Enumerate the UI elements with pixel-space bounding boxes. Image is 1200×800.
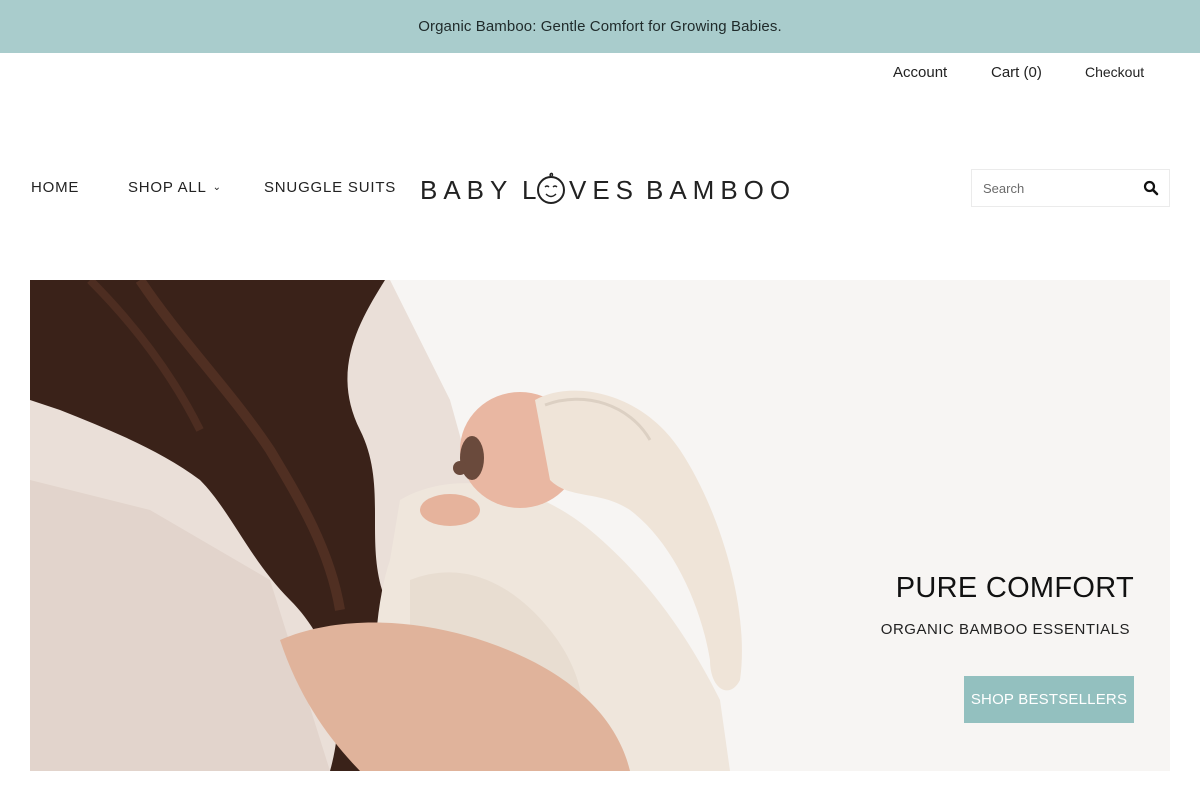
- svg-text:VES: VES: [569, 175, 639, 205]
- checkout-link[interactable]: Checkout: [1085, 64, 1144, 80]
- cart-link[interactable]: Cart (0): [991, 64, 1042, 81]
- announcement-bar: Organic Bamboo: Gentle Comfort for Growi…: [0, 0, 1200, 53]
- account-link[interactable]: Account: [893, 64, 947, 81]
- announcement-text: Organic Bamboo: Gentle Comfort for Growi…: [418, 18, 782, 35]
- search-input[interactable]: [972, 170, 1132, 206]
- svg-text:BAMBOO: BAMBOO: [646, 175, 790, 205]
- shop-bestsellers-button[interactable]: SHOP BESTSELLERS: [964, 676, 1134, 723]
- nav-shop-all[interactable]: SHOP ALL ⌄: [128, 179, 222, 196]
- hero-subtitle: ORGANIC BAMBOO ESSENTIALS: [880, 621, 1130, 638]
- search-box: [971, 169, 1170, 207]
- hero-title: PURE COMFORT: [895, 572, 1134, 604]
- hero-banner: PURE COMFORT ORGANIC BAMBOO ESSENTIALS S…: [30, 280, 1170, 771]
- svg-text:BABY: BABY: [420, 175, 513, 205]
- hero-photo: [30, 280, 742, 771]
- search-icon[interactable]: [1143, 180, 1159, 196]
- nav-home[interactable]: HOME: [31, 179, 79, 196]
- nav-snuggle-suits[interactable]: SNUGGLE SUITS: [264, 179, 396, 196]
- chevron-down-icon: ⌄: [212, 182, 222, 193]
- nav-shop-all-label: SHOP ALL: [128, 179, 207, 196]
- brand-logo[interactable]: BABY L VES BAMBOO: [420, 170, 790, 208]
- svg-text:L: L: [522, 175, 542, 205]
